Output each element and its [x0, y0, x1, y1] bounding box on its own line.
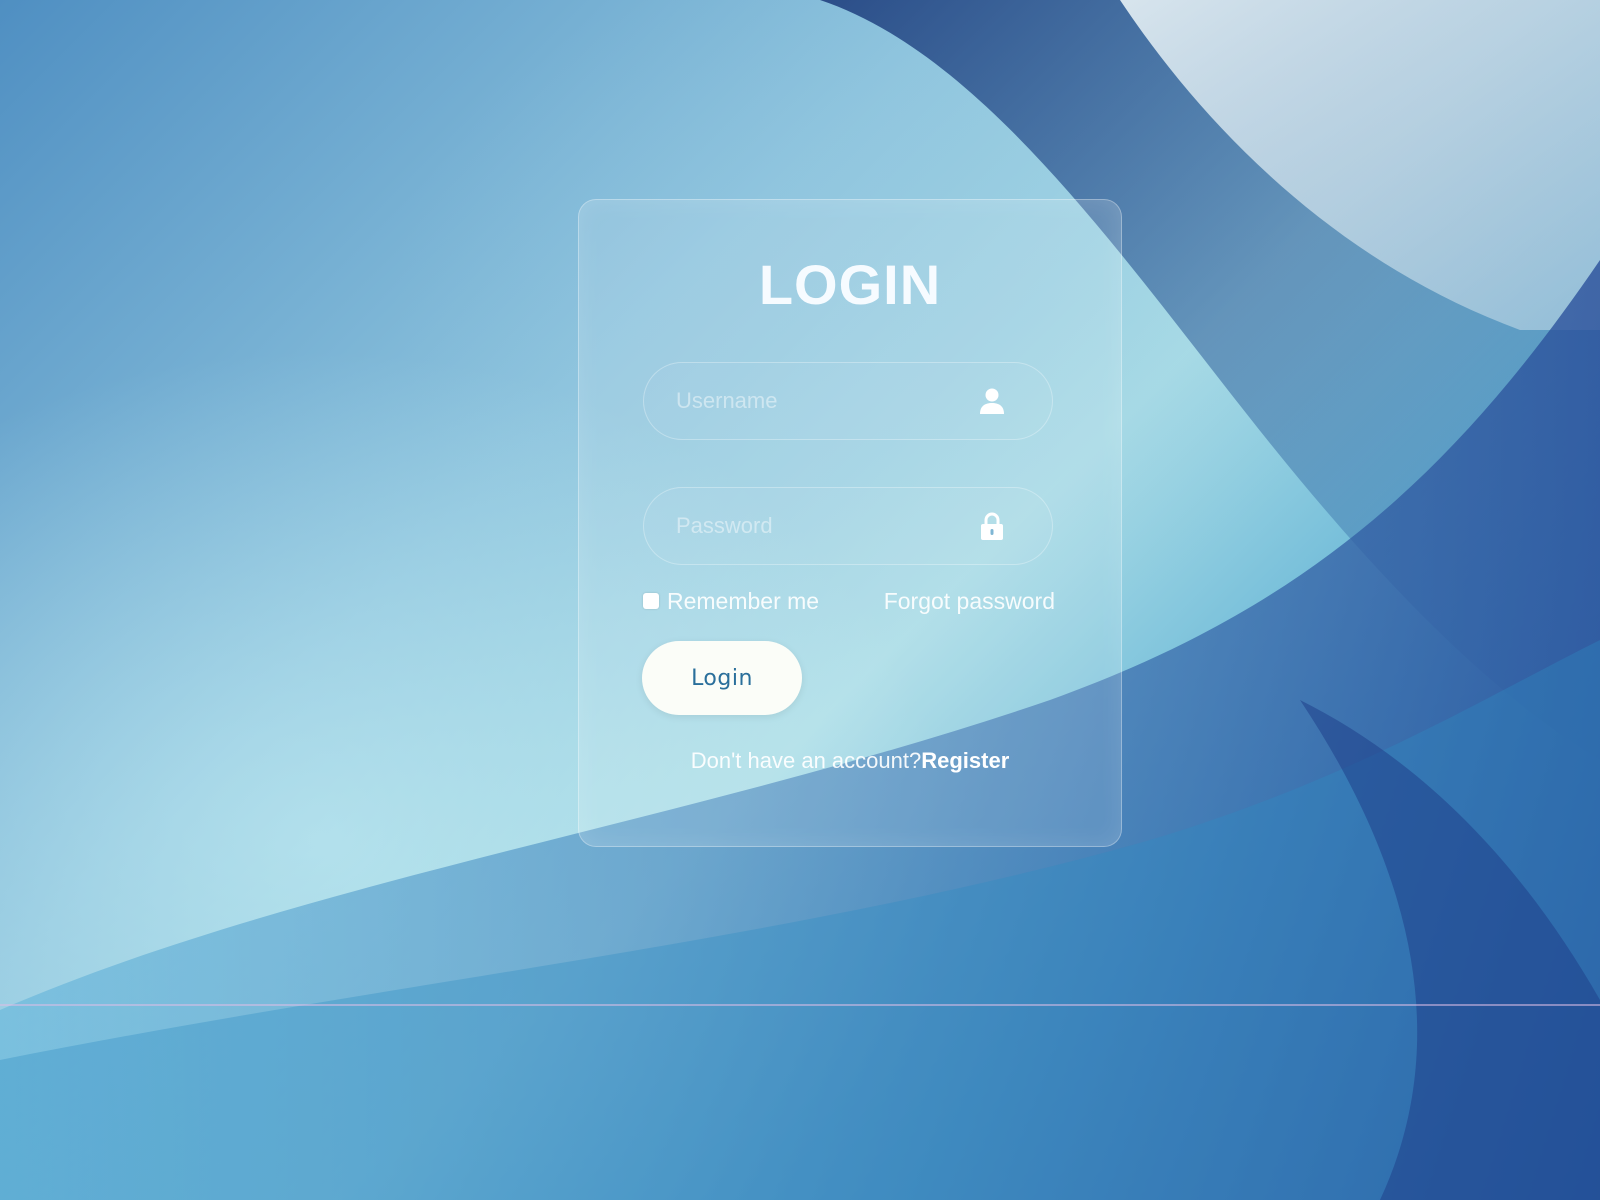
forgot-password-link[interactable]: Forgot password: [884, 588, 1055, 615]
password-input[interactable]: [676, 488, 976, 564]
login-options-row: Remember me Forgot password: [643, 584, 1055, 618]
remember-me-checkbox[interactable]: [643, 593, 659, 609]
register-prompt-line: Don't have an account?Register: [579, 748, 1121, 774]
username-field[interactable]: [643, 362, 1053, 440]
screen-line-artifact: [0, 1004, 1600, 1006]
lock-icon: [978, 511, 1006, 541]
login-card: LOGIN Remember me Forgot password Login: [578, 199, 1122, 847]
user-icon: [978, 386, 1006, 416]
login-title: LOGIN: [758, 253, 942, 316]
register-link[interactable]: Register: [921, 748, 1009, 773]
login-button[interactable]: Login: [642, 641, 802, 715]
username-input[interactable]: [676, 363, 976, 439]
remember-me-label: Remember me: [667, 587, 820, 614]
password-field[interactable]: [643, 487, 1053, 565]
remember-me-option[interactable]: Remember me: [643, 588, 819, 615]
register-prompt-text: Don't have an account?: [690, 748, 922, 773]
